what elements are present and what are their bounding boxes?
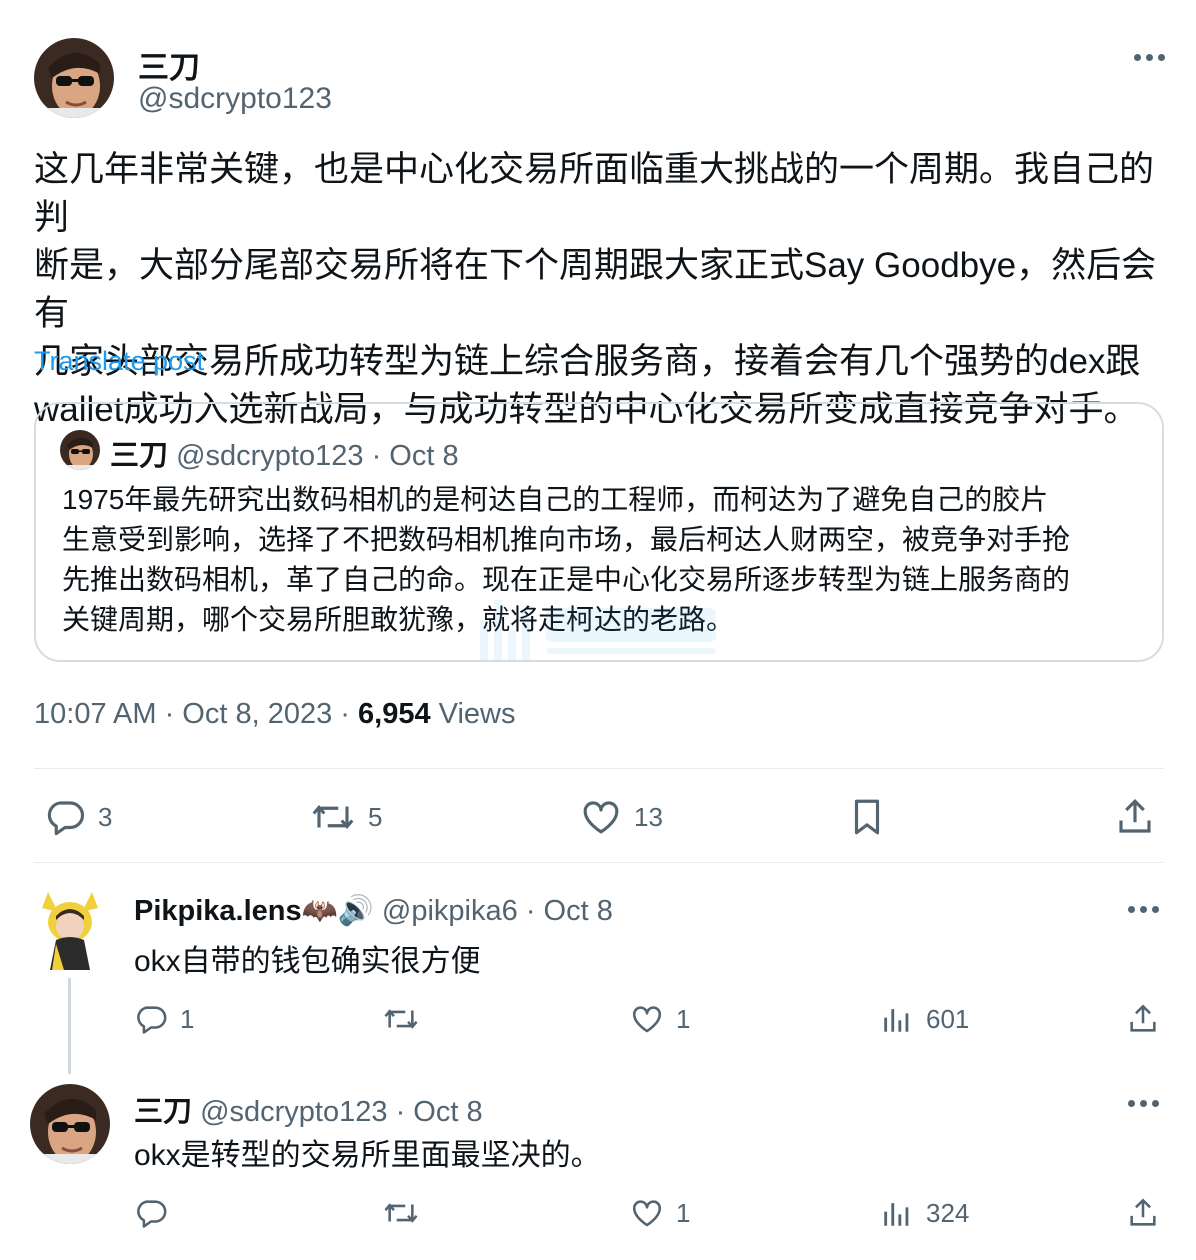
reply-header: Pikpika.lens🦇🔊 @pikpika6 · Oct 8 <box>134 894 613 928</box>
share-button[interactable] <box>1126 1002 1160 1036</box>
author-display-name[interactable]: 三刀 <box>138 42 200 87</box>
like-button[interactable]: 1 <box>630 1196 690 1230</box>
more-options-icon[interactable] <box>1128 906 1159 913</box>
quote-date: · Oct 8 <box>371 440 459 472</box>
reply-date[interactable]: · Oct 8 <box>526 895 613 927</box>
quote-text-line: 1975年最先研究出数码相机的是柯达自己的工程师，而柯达为了避免自己的胶片 <box>62 484 1049 515</box>
quote-handle: @sdcrypto123 <box>176 440 364 472</box>
reply-button[interactable] <box>134 1196 180 1230</box>
share-button[interactable] <box>1114 796 1156 838</box>
like-count: 13 <box>634 801 663 832</box>
retweet-button[interactable] <box>382 1196 432 1230</box>
more-options-icon[interactable] <box>1128 1100 1159 1107</box>
share-icon <box>1130 1004 1156 1032</box>
retweet-count: 5 <box>368 801 383 832</box>
reply-button[interactable]: 3 <box>44 796 112 838</box>
like-count: 1 <box>676 1003 691 1034</box>
views-count: 324 <box>926 1197 970 1228</box>
reply-author-avatar[interactable] <box>30 1084 110 1164</box>
quote-display-name: 三刀 <box>110 440 169 472</box>
views-chart-icon <box>884 1203 909 1226</box>
divider <box>34 768 1164 769</box>
like-button[interactable]: 13 <box>580 796 663 838</box>
reply-handle[interactable]: @sdcrypto123 <box>200 1096 387 1128</box>
reply-count: 1 <box>180 1003 195 1034</box>
heart-icon <box>632 1200 662 1227</box>
reply-icon <box>47 801 85 836</box>
quote-header: 三刀 @sdcrypto123 · Oct 8 <box>110 432 459 474</box>
tweet-text-line: 几家头部交易所成功转型为链上综合服务商，接着会有几个强势的dex跟 <box>34 342 1141 381</box>
watermark-logo <box>476 590 726 675</box>
divider <box>34 862 1164 863</box>
more-options-icon[interactable] <box>1134 54 1165 61</box>
tweet-text: 这几年非常关键，也是中心化交易所面临重大挑战的一个周期。我自己的判 断是，大部分… <box>34 146 1184 434</box>
views-button[interactable]: 324 <box>880 1196 969 1230</box>
views-button[interactable]: 601 <box>880 1002 969 1036</box>
translate-post-link[interactable]: Translate post <box>34 346 204 377</box>
heart-icon <box>583 801 619 834</box>
reply-header: 三刀 @sdcrypto123 · Oct 8 <box>134 1088 483 1130</box>
retweet-icon <box>384 1009 418 1029</box>
reply-text: okx是转型的交易所里面最坚决的。 <box>134 1139 601 1172</box>
reply-button[interactable]: 1 <box>134 1002 194 1036</box>
reply-count: 3 <box>98 801 113 832</box>
reply-thread-line <box>68 978 71 1074</box>
retweet-button[interactable] <box>382 1002 432 1036</box>
reply-handle[interactable]: @pikpika6 <box>382 895 518 927</box>
views-count: 601 <box>926 1003 970 1034</box>
views-chart-icon <box>884 1009 909 1032</box>
reply-icon <box>137 1200 167 1228</box>
retweet-icon <box>384 1203 418 1223</box>
quote-text-line: 生意受到影响，选择了不把数码相机推向市场，最后柯达人财两空，被竞争对手抢 <box>62 524 1071 555</box>
author-handle[interactable]: @sdcrypto123 <box>138 82 332 116</box>
share-icon <box>1119 799 1151 833</box>
reply-text: okx自带的钱包确实很方便 <box>134 945 481 978</box>
share-button[interactable] <box>1126 1196 1160 1230</box>
views-label: Views <box>438 698 516 730</box>
like-count: 1 <box>676 1197 691 1228</box>
tweet-meta: 10:07 AM · Oct 8, 2023 · 6,954 Views <box>34 698 516 731</box>
retweet-icon <box>312 804 354 830</box>
bookmark-button[interactable] <box>846 796 888 838</box>
views-count: 6,954 <box>358 698 431 730</box>
reply-author-avatar[interactable] <box>34 888 106 970</box>
share-icon <box>1130 1198 1156 1226</box>
tweet-text-line: 断是，大部分尾部交易所将在下个周期跟大家正式Say Goodbye，然后会有 <box>34 246 1157 333</box>
tweet-timestamp[interactable]: 10:07 AM · Oct 8, 2023 · <box>34 698 350 730</box>
tweet-text-line: 这几年非常关键，也是中心化交易所面临重大挑战的一个周期。我自己的判 <box>34 150 1155 237</box>
heart-icon <box>632 1006 662 1033</box>
quoted-tweet[interactable]: 三刀 @sdcrypto123 · Oct 8 1975年最先研究出数码相机的是… <box>34 402 1164 662</box>
quote-author-avatar <box>60 430 100 470</box>
retweet-button[interactable]: 5 <box>310 796 382 838</box>
reply-icon <box>137 1006 167 1034</box>
reply-date[interactable]: · Oct 8 <box>396 1096 483 1128</box>
author-avatar[interactable] <box>34 38 114 118</box>
reply-display-name[interactable]: Pikpika.lens🦇🔊 <box>134 895 374 927</box>
reply-display-name[interactable]: 三刀 <box>134 1096 192 1128</box>
bookmark-icon <box>854 799 880 835</box>
like-button[interactable]: 1 <box>630 1002 690 1036</box>
